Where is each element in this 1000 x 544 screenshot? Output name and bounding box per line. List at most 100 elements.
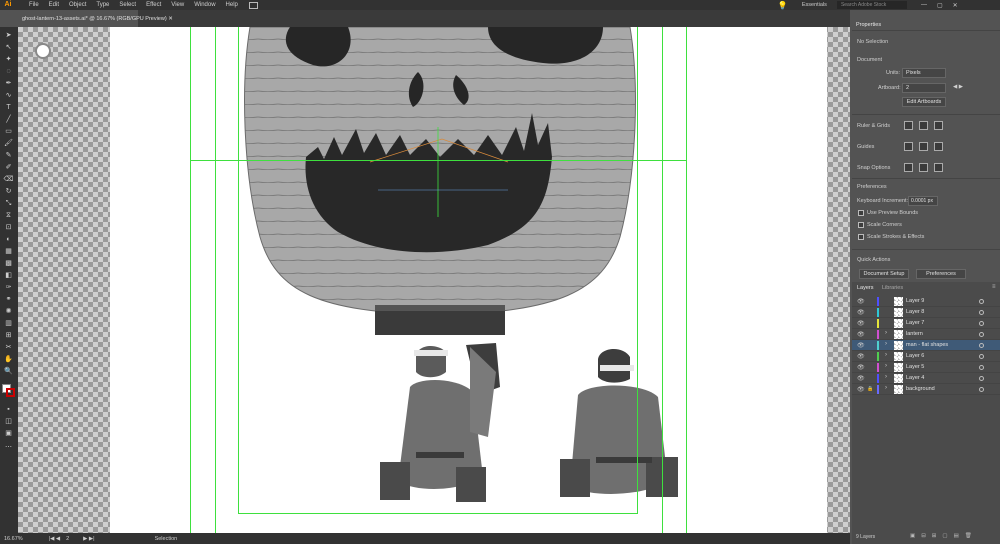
target-circle-icon[interactable] (979, 387, 984, 392)
menu-select[interactable]: Select (114, 0, 141, 10)
artwork[interactable] (18, 27, 850, 533)
artboard-nav-next[interactable]: ▶ ▶| (83, 536, 94, 542)
visibility-eye-icon[interactable]: 👁 (857, 342, 865, 349)
layer-name[interactable]: Layer 9 (906, 298, 924, 304)
artboard-nav[interactable]: |◀ ◀ (49, 536, 60, 542)
smart-guides-icon[interactable] (934, 142, 943, 151)
line-tool-icon[interactable]: ╱ (3, 115, 14, 124)
menu-file[interactable]: File (24, 0, 44, 10)
menu-window[interactable]: Window (189, 0, 220, 10)
target-circle-icon[interactable] (979, 299, 984, 304)
layer-row[interactable]: 👁 🔒 › background (852, 384, 1000, 395)
guide-vertical[interactable] (238, 27, 239, 513)
more-tools-icon[interactable]: ⋯ (3, 443, 14, 452)
pen-tool-icon[interactable]: ✒ (3, 79, 14, 88)
guide-vertical[interactable] (215, 27, 216, 533)
expand-chevron-icon[interactable]: › (885, 330, 887, 336)
guide-vertical[interactable] (637, 27, 638, 513)
edit-artboards-button[interactable]: Edit Artboards (902, 97, 946, 107)
window-minimize-icon[interactable]: — (921, 2, 927, 8)
layer-name[interactable]: Layer 7 (906, 320, 924, 326)
snap-to-grid-icon[interactable] (919, 163, 928, 172)
layer-name[interactable]: Layer 5 (906, 364, 924, 370)
layer-name[interactable]: background (906, 386, 935, 392)
guide-horizontal[interactable] (238, 513, 638, 514)
guide-vertical[interactable] (686, 27, 687, 533)
hand-tool-icon[interactable]: ✋ (3, 355, 14, 364)
target-circle-icon[interactable] (979, 343, 984, 348)
artboard-tool-icon[interactable]: ⊞ (3, 331, 14, 340)
document-tab[interactable]: ghost-lantern-13-assets.ai* @ 16.67% (RG… (18, 10, 173, 27)
column-graph-tool-icon[interactable]: ▥ (3, 319, 14, 328)
tab-libraries[interactable]: Libraries (882, 285, 903, 291)
direct-selection-tool-icon[interactable]: ↖ (3, 43, 14, 52)
eyedropper-tool-icon[interactable]: ✑ (3, 283, 14, 292)
arrange-documents-icon[interactable] (248, 1, 258, 9)
canvas[interactable] (18, 27, 850, 533)
visibility-eye-icon[interactable]: 👁 (857, 331, 865, 338)
layer-name[interactable]: Layer 4 (906, 375, 924, 381)
free-transform-tool-icon[interactable]: ⊡ (3, 223, 14, 232)
mesh-tool-icon[interactable]: ▩ (3, 259, 14, 268)
lasso-tool-icon[interactable]: ◌ (3, 67, 14, 76)
shaper-tool-icon[interactable]: ✐ (3, 163, 14, 172)
snap-to-point-icon[interactable] (904, 163, 913, 172)
units-dropdown[interactable]: Pixels (902, 68, 946, 78)
layer-row[interactable]: 👁 › lantern (852, 329, 1000, 340)
tab-properties[interactable]: Properties (856, 22, 881, 28)
zoom-level[interactable]: 16.67% (4, 536, 23, 542)
scale-tool-icon[interactable]: ⤡ (3, 199, 14, 208)
layer-name[interactable]: Layer 8 (906, 309, 924, 315)
shape-builder-tool-icon[interactable]: ◐ (3, 235, 14, 244)
menu-effect[interactable]: Effect (141, 0, 166, 10)
visibility-eye-icon[interactable]: 👁 (857, 375, 865, 382)
blend-tool-icon[interactable]: ⚭ (3, 295, 14, 304)
layer-row[interactable]: 👁 › Layer 4 (852, 373, 1000, 384)
rotate-tool-icon[interactable]: ↻ (3, 187, 14, 196)
magic-wand-tool-icon[interactable]: ✦ (3, 55, 14, 64)
tab-layers[interactable]: Layers (857, 285, 874, 291)
scale-strokes-checkbox[interactable] (858, 234, 864, 240)
menu-view[interactable]: View (166, 0, 189, 10)
target-circle-icon[interactable] (979, 310, 984, 315)
target-circle-icon[interactable] (979, 376, 984, 381)
layer-row[interactable]: 👁 Layer 7 (852, 318, 1000, 329)
expand-chevron-icon[interactable]: › (885, 352, 887, 358)
layer-row[interactable]: 👁 › man - flat shapes (852, 340, 1000, 351)
layer-name[interactable]: lantern (906, 331, 923, 337)
transparency-grid-icon[interactable] (934, 121, 943, 130)
paintbrush-tool-icon[interactable]: 🖌 (3, 139, 14, 148)
eraser-tool-icon[interactable]: ⌫ (3, 175, 14, 184)
zoom-tool-icon[interactable]: 🔍 (3, 367, 14, 376)
tab-close-icon[interactable]: ✕ (168, 16, 173, 22)
target-circle-icon[interactable] (979, 365, 984, 370)
gradient-tool-icon[interactable]: ◧ (3, 271, 14, 280)
curvature-tool-icon[interactable]: ∿ (3, 91, 14, 100)
expand-chevron-icon[interactable]: › (885, 363, 887, 369)
layer-name[interactable]: man - flat shapes (906, 342, 948, 348)
cc-libraries-icon[interactable] (35, 43, 51, 59)
snap-to-pixel-icon[interactable] (934, 163, 943, 172)
target-circle-icon[interactable] (979, 332, 984, 337)
artboard-number[interactable]: 2 (66, 536, 69, 542)
lock-icon[interactable]: 🔒 (867, 386, 873, 392)
visibility-eye-icon[interactable]: 👁 (857, 353, 865, 360)
visibility-eye-icon[interactable]: 👁 (857, 386, 865, 393)
selection-tool-icon[interactable]: ➤ (3, 31, 14, 40)
visibility-eye-icon[interactable]: 👁 (857, 364, 865, 371)
grid-icon[interactable] (919, 121, 928, 130)
artboard-nav-arrows[interactable]: ◀ ▶ (953, 84, 963, 90)
visibility-eye-icon[interactable]: 👁 (857, 298, 865, 305)
layer-row[interactable]: 👁 Layer 9 (852, 296, 1000, 307)
layer-row[interactable]: 👁 › Layer 5 (852, 362, 1000, 373)
preferences-button[interactable]: Preferences (916, 269, 966, 279)
expand-chevron-icon[interactable]: › (885, 341, 887, 347)
layer-row[interactable]: 👁 › Layer 6 (852, 351, 1000, 362)
width-tool-icon[interactable]: ⧖ (3, 211, 14, 220)
expand-chevron-icon[interactable]: › (885, 385, 887, 391)
layers-footer-icons[interactable]: ▣⊟⊞▢▤🗑 (910, 533, 978, 539)
target-circle-icon[interactable] (979, 354, 984, 359)
keyboard-increment-input[interactable]: 0.0001 px (908, 196, 938, 206)
menu-type[interactable]: Type (91, 0, 114, 10)
ruler-icon[interactable] (904, 121, 913, 130)
